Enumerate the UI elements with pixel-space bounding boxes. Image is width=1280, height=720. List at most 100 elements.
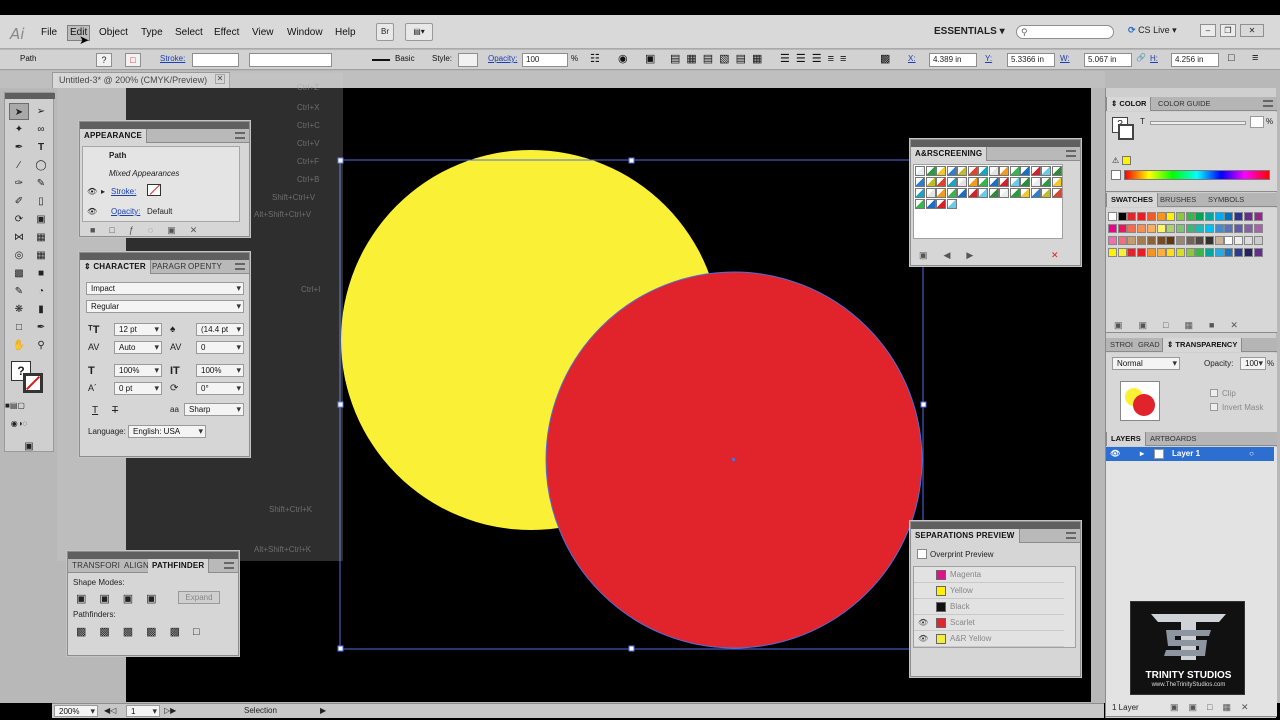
panel-menu-icon[interactable] (235, 263, 245, 270)
swatch[interactable] (1243, 212, 1253, 221)
stroke-weight-field[interactable] (192, 53, 239, 67)
gradient-tab[interactable]: GRAD (1134, 338, 1164, 352)
ar-swatch[interactable] (1020, 166, 1030, 176)
menu-window[interactable]: Window (287, 27, 323, 38)
ar-swatch[interactable] (1009, 188, 1020, 198)
align-buttons-group[interactable]: ▤▦▤▧▤▦ (670, 52, 768, 65)
handle-top-center[interactable] (628, 157, 635, 164)
ar-swatch[interactable] (988, 188, 999, 198)
ar-swatch[interactable] (1020, 177, 1030, 187)
hand-tool-icon[interactable]: ✋ (9, 337, 29, 354)
constrain-proportions-icon[interactable]: 🔗 (1136, 53, 1146, 62)
opacity-attribute-link[interactable]: Opacity: (111, 207, 140, 216)
menu-select[interactable]: Select (175, 27, 203, 38)
ar-swatch[interactable] (915, 177, 925, 187)
font-style-select[interactable]: Regular (86, 300, 244, 313)
ar-swatch[interactable] (925, 177, 936, 187)
blob-brush-tool-icon[interactable]: ✐ (9, 193, 29, 210)
menu-effect[interactable]: Effect (214, 27, 239, 38)
swatches-tab[interactable]: SWATCHES (1106, 193, 1158, 207)
swatch[interactable] (1234, 212, 1244, 221)
swatch[interactable] (1214, 224, 1224, 233)
antialias-select[interactable]: Sharp (184, 403, 244, 416)
ar-swatch[interactable] (1020, 188, 1030, 198)
ar-swatch[interactable] (978, 166, 988, 176)
ar-swatch[interactable] (967, 188, 978, 198)
language-select[interactable]: English: USA (128, 425, 206, 438)
ar-panel-footer-buttons[interactable]: ▣◀▶ (919, 250, 989, 261)
stroke-color-icon[interactable] (23, 373, 43, 393)
swatch[interactable] (1108, 248, 1117, 257)
layer-visibility-eye-icon[interactable]: 👁 (1110, 447, 1120, 461)
direct-selection-tool-icon[interactable]: ➢ (31, 103, 51, 120)
panel-grip[interactable] (80, 253, 249, 260)
scale-tool-icon[interactable]: ▣ (31, 211, 51, 228)
zoom-tool-icon[interactable]: ⚲ (31, 337, 51, 354)
ar-swatch[interactable] (946, 188, 957, 198)
opacity-field[interactable]: 100 (522, 53, 568, 67)
swatch[interactable] (1253, 212, 1263, 221)
y-label[interactable]: Y: (985, 54, 992, 63)
font-size-field[interactable]: 12 pt (114, 323, 162, 336)
invert-mask-checkbox[interactable] (1210, 403, 1218, 411)
ink-visibility-eye-icon[interactable]: 👁 (918, 618, 928, 627)
ar-swatch[interactable] (915, 166, 925, 176)
swatch[interactable] (1253, 224, 1263, 233)
swatch[interactable] (1243, 224, 1253, 233)
ink-row[interactable]: Yellow (914, 583, 1064, 599)
swatch[interactable] (1137, 212, 1147, 221)
layers-tab[interactable]: LAYERS (1106, 432, 1146, 446)
swatch[interactable] (1108, 236, 1117, 245)
symbols-tab[interactable]: SYMBOLS (1204, 193, 1248, 207)
swatch[interactable] (1185, 224, 1195, 233)
color-spectrum-bar[interactable] (1124, 170, 1270, 180)
shape-builder-tool-icon[interactable]: ◎ (9, 247, 29, 264)
ar-swatch[interactable] (915, 188, 925, 198)
swatch[interactable] (1195, 236, 1205, 245)
opentype-tab[interactable]: OPENTY (184, 260, 226, 274)
leading-field[interactable]: (14.4 pt (196, 323, 244, 336)
ar-swatch[interactable] (957, 188, 967, 198)
ar-swatch[interactable] (1051, 188, 1062, 198)
panel-grip[interactable] (911, 140, 1080, 147)
visibility-eye-icon[interactable]: 👁 (87, 187, 97, 196)
font-family-select[interactable]: Impact (86, 282, 244, 295)
ar-swatch[interactable] (915, 199, 925, 209)
swatch[interactable] (1137, 248, 1147, 257)
ar-swatch[interactable] (988, 177, 999, 187)
clip-checkbox[interactable] (1210, 389, 1218, 397)
none-color-swatch[interactable] (1111, 170, 1121, 180)
character-tab[interactable]: ⇕ CHARACTER (80, 260, 151, 274)
transparency-thumbnail[interactable] (1120, 381, 1160, 421)
ar-swatch[interactable] (1009, 177, 1020, 187)
menu-object[interactable]: Object (99, 27, 128, 38)
ink-visibility-eye-icon[interactable]: 👁 (918, 634, 928, 643)
color-guide-tab[interactable]: COLOR GUIDE (1154, 97, 1215, 111)
tracking-field[interactable]: 0 (196, 341, 244, 354)
swatch[interactable] (1117, 212, 1127, 221)
perspective-grid-tool-icon[interactable]: ▦ (31, 247, 51, 264)
opacity-link[interactable]: Opacity: (488, 54, 517, 63)
select-similar-icon[interactable]: ▣ (645, 52, 655, 65)
swatch[interactable] (1146, 224, 1156, 233)
ar-swatch[interactable] (967, 166, 978, 176)
graph-tool-icon[interactable]: ▮ (31, 301, 51, 318)
handle-middle-right[interactable] (920, 401, 927, 408)
stroke-attribute-link[interactable]: Stroke: (111, 187, 136, 196)
swatch[interactable] (1127, 224, 1137, 233)
ar-swatch[interactable] (1030, 166, 1041, 176)
delete-icon[interactable]: ✕ (1051, 250, 1059, 261)
swatch[interactable] (1166, 236, 1176, 245)
workspace-switcher[interactable]: ESSENTIALS ▾ (934, 26, 1005, 37)
tint-slider[interactable] (1150, 121, 1246, 125)
pen-tool-icon[interactable]: ✒ (9, 139, 29, 156)
draw-mode-icons[interactable]: ◉◑◌ (9, 415, 29, 432)
ar-swatch[interactable] (957, 166, 967, 176)
isolate-icon[interactable]: ◉ (618, 52, 628, 65)
swatch[interactable] (1234, 248, 1244, 257)
horizontal-scale-field[interactable]: 100% (196, 364, 244, 377)
variable-width-profile[interactable] (249, 53, 332, 67)
baseline-shift-field[interactable]: 0 pt (114, 382, 162, 395)
underline-icon[interactable]: T (92, 405, 98, 416)
shape-mode-buttons[interactable]: ▣▣▣▣ (76, 592, 170, 605)
